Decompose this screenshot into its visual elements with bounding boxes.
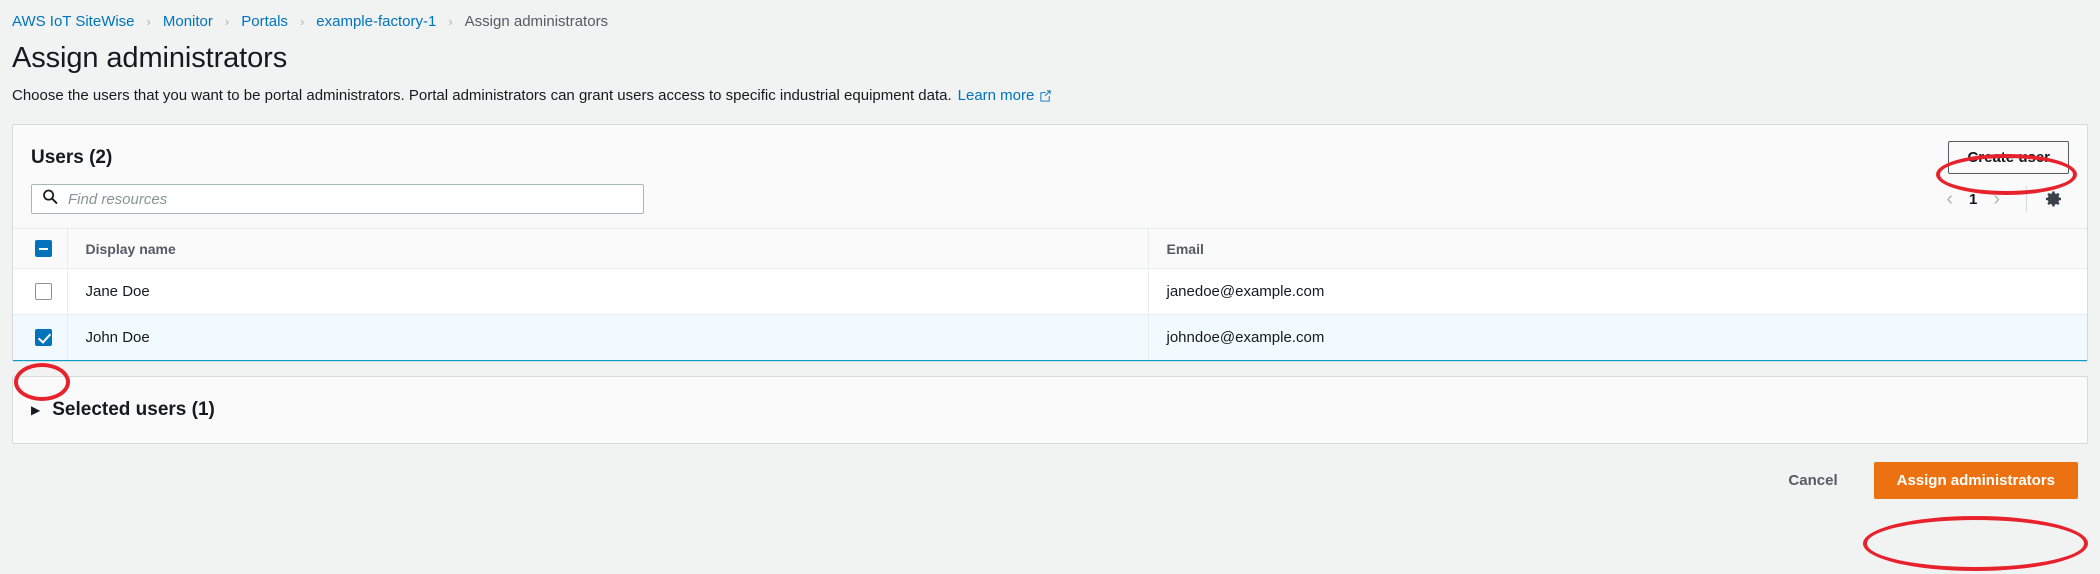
chevron-right-icon[interactable]: ›	[1981, 189, 2012, 209]
table-row[interactable]: Jane Doe janedoe@example.com	[13, 269, 2087, 315]
caret-right-icon[interactable]: ▶	[31, 404, 40, 416]
row-select-cell	[13, 269, 67, 315]
selected-users-expander[interactable]: ▶ Selected users (1)	[13, 377, 2087, 443]
users-table: Display name Email Jane Doe janedoe@exam…	[13, 228, 2087, 361]
page-title: Assign administrators	[12, 42, 2100, 75]
form-actions: Cancel Assign administrators	[0, 444, 2100, 499]
gear-icon[interactable]	[2037, 189, 2069, 209]
assign-administrators-button[interactable]: Assign administrators	[1874, 462, 2078, 499]
column-header-display-name[interactable]: Display name	[67, 229, 1148, 269]
breadcrumb-separator-icon: ›	[147, 15, 151, 28]
table-row[interactable]: John Doe johndoe@example.com	[13, 315, 2087, 361]
page-description: Choose the users that you want to be por…	[12, 87, 2100, 104]
breadcrumb-item-current: Assign administrators	[465, 13, 608, 30]
breadcrumb-item-portals[interactable]: Portals	[241, 13, 288, 30]
cell-display-name: Jane Doe	[67, 269, 1148, 315]
breadcrumb-separator-icon: ›	[448, 15, 452, 28]
breadcrumb-item-aws-iot-sitewise[interactable]: AWS IoT SiteWise	[12, 13, 135, 30]
pagination: ‹ 1 ›	[1934, 186, 2069, 212]
users-table-tools: ‹ 1 ›	[13, 184, 2087, 228]
row-checkbox[interactable]	[35, 283, 52, 300]
breadcrumb-item-monitor[interactable]: Monitor	[163, 13, 213, 30]
column-header-email[interactable]: Email	[1148, 229, 2087, 269]
breadcrumb-separator-icon: ›	[300, 15, 304, 28]
page-number[interactable]: 1	[1965, 191, 1981, 208]
search-input[interactable]	[31, 184, 644, 214]
page-description-text: Choose the users that you want to be por…	[12, 87, 952, 104]
users-table-head: Display name Email	[13, 229, 2087, 269]
select-all-header-cell	[13, 229, 67, 269]
create-user-button[interactable]: Create user	[1948, 141, 2069, 174]
row-checkbox[interactable]	[35, 329, 52, 346]
learn-more-link[interactable]: Learn more	[958, 87, 1035, 104]
annotation-ellipse-assign-administrators	[1863, 516, 2088, 571]
users-panel-heading: Users (2)	[31, 147, 112, 169]
toolbar-divider	[2026, 186, 2027, 212]
breadcrumb-item-example-factory-1[interactable]: example-factory-1	[316, 13, 436, 30]
table-header-row: Display name Email	[13, 229, 2087, 269]
breadcrumb-separator-icon: ›	[225, 15, 229, 28]
selected-users-panel: ▶ Selected users (1)	[12, 376, 2088, 444]
users-panel: Users (2) Create user ‹ 1 ›	[12, 124, 2088, 362]
chevron-left-icon[interactable]: ‹	[1934, 189, 1965, 209]
cell-email: johndoe@example.com	[1148, 315, 2087, 361]
row-select-cell	[13, 315, 67, 361]
cell-display-name: John Doe	[67, 315, 1148, 361]
selected-users-label: Selected users (1)	[52, 399, 215, 421]
breadcrumb: AWS IoT SiteWise › Monitor › Portals › e…	[0, 0, 2100, 30]
external-link-icon[interactable]	[1039, 89, 1052, 106]
users-table-body: Jane Doe janedoe@example.com John Doe jo…	[13, 269, 2087, 361]
cancel-button[interactable]: Cancel	[1774, 464, 1851, 497]
users-panel-header: Users (2) Create user	[13, 125, 2087, 184]
search-box	[31, 184, 644, 214]
cell-email: janedoe@example.com	[1148, 269, 2087, 315]
select-all-checkbox[interactable]	[35, 240, 52, 257]
